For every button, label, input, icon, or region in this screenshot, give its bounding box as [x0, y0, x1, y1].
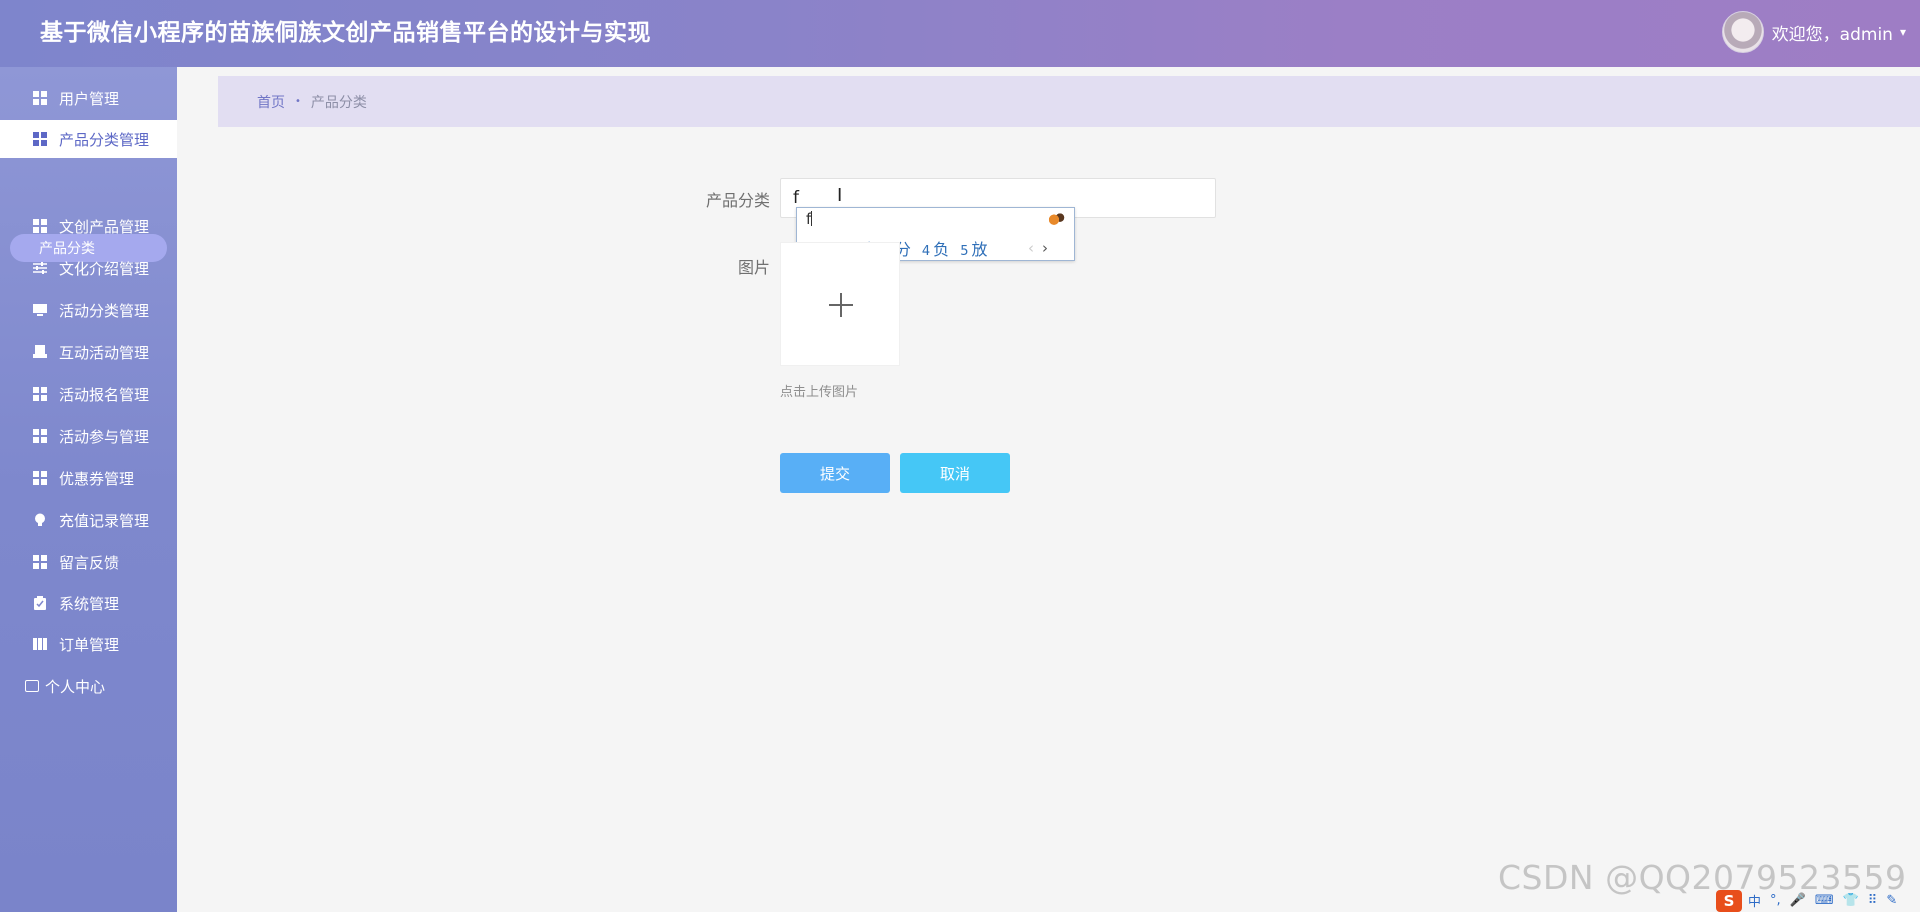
breadcrumb-separator: • [295, 96, 301, 107]
sidebar-item-orders[interactable]: 订单管理 [0, 625, 177, 663]
sidebar-item-label: 个人中心 [45, 677, 106, 696]
id-card-icon [25, 680, 39, 692]
sidebar-item-system[interactable]: 系统管理 [0, 584, 177, 622]
app-title: 基于微信小程序的苗族侗族文创产品销售平台的设计与实现 [40, 20, 651, 46]
book-icon [33, 637, 47, 651]
sidebar-item-activity-participation[interactable]: 活动参与管理 [0, 417, 177, 455]
breadcrumb-home[interactable]: 首页 [257, 92, 285, 112]
top-header: 基于微信小程序的苗族侗族文创产品销售平台的设计与实现 欢迎您，admin ▾ [0, 0, 1920, 67]
grid-icon [33, 387, 47, 401]
ime-candidate[interactable]: 5放 [960, 236, 987, 260]
grid-icon [33, 429, 47, 443]
avatar[interactable] [1721, 11, 1764, 53]
punctuation-icon[interactable]: °, [1770, 893, 1781, 908]
sidebar-item-product-category-management[interactable]: 产品分类管理 [0, 120, 177, 158]
ime-page-nav[interactable]: ‹ › [1028, 239, 1048, 257]
grid-icon [33, 132, 47, 146]
sidebar-item-label: 文创产品管理 [59, 217, 150, 236]
sogou-logo-icon[interactable]: S [1716, 889, 1742, 912]
ime-skin-icon [1046, 212, 1066, 226]
sidebar-item-interactive-activity[interactable]: 互动活动管理 [0, 333, 177, 371]
image-label: 图片 [737, 258, 770, 277]
grid-icon [33, 91, 47, 105]
image-upload[interactable] [780, 242, 900, 366]
upload-hint: 点击上传图片 [780, 385, 859, 400]
sidebar-item-label: 留言反馈 [59, 553, 120, 572]
sidebar-item-label: 互动活动管理 [59, 343, 150, 362]
language-toggle[interactable]: 中 [1748, 891, 1761, 910]
bulb-icon [33, 513, 47, 527]
text-cursor-icon: I [837, 185, 843, 206]
sidebar-item-coupons[interactable]: 优惠券管理 [0, 459, 177, 497]
sidebar-item-personal-center[interactable]: 个人中心 [0, 667, 177, 705]
sidebar-item-creative-products[interactable]: 文创产品管理 [0, 207, 177, 245]
sidebar-item-label: 订单管理 [59, 635, 120, 654]
skin-icon[interactable]: 👕 [1843, 893, 1859, 908]
breadcrumb-current: 产品分类 [310, 94, 367, 111]
chevron-down-icon[interactable]: ▾ [1900, 25, 1906, 39]
keyboard-icon[interactable]: ⌨ [1815, 893, 1834, 908]
sidebar-item-label: 用户管理 [59, 89, 120, 108]
sidebar-item-activity-registration[interactable]: 活动报名管理 [0, 375, 177, 413]
sidebar-item-label: 活动报名管理 [59, 385, 150, 404]
user-menu[interactable]: 欢迎您，admin ▾ [1721, 11, 1906, 53]
welcome-text[interactable]: 欢迎您，admin [1772, 20, 1893, 45]
sidebar-item-label: 活动分类管理 [59, 301, 150, 320]
ime-tray: S 中 °, 🎤 ⌨ 👕 ⠿ ✎ [1716, 889, 1920, 912]
printer-icon [33, 345, 47, 359]
grid-icon [33, 219, 47, 233]
sidebar-item-label: 优惠券管理 [59, 469, 135, 488]
sidebar-item-culture-intro[interactable]: 文化介绍管理 [0, 249, 177, 287]
grid-icon [33, 471, 47, 485]
ime-candidate[interactable]: 4负 [922, 236, 949, 260]
sidebar-item-feedback[interactable]: 留言反馈 [0, 543, 177, 581]
category-label: 产品分类 [705, 191, 770, 210]
sidebar-item-activity-category[interactable]: 活动分类管理 [0, 291, 177, 329]
sidebar: 用户管理 产品分类管理 产品分类 文创产品管理 文化介绍管理 活动分类管理 互动… [0, 67, 177, 912]
toolbox-icon[interactable]: ⠿ [1868, 893, 1878, 908]
monitor-icon [33, 303, 47, 317]
sidebar-item-users[interactable]: 用户管理 [0, 79, 177, 117]
breadcrumb: 首页 • 产品分类 [218, 76, 1920, 127]
sidebar-item-label: 系统管理 [59, 594, 120, 613]
chevron-left-icon[interactable]: ‹ [1028, 239, 1034, 257]
microphone-icon[interactable]: 🎤 [1790, 893, 1806, 908]
sidebar-item-recharge-records[interactable]: 充值记录管理 [0, 501, 177, 539]
cancel-button[interactable]: 取消 [900, 453, 1010, 493]
sidebar-item-label: 充值记录管理 [59, 511, 150, 530]
submit-button[interactable]: 提交 [780, 453, 890, 493]
grid-icon [33, 555, 47, 569]
sidebar-item-label: 文化介绍管理 [59, 259, 150, 278]
handwriting-icon[interactable]: ✎ [1886, 893, 1897, 908]
plus-icon [840, 293, 842, 317]
sliders-icon [33, 261, 47, 275]
chevron-right-icon[interactable]: › [1042, 239, 1048, 257]
sidebar-item-label: 产品分类管理 [59, 130, 150, 149]
sidebar-item-label: 活动参与管理 [59, 427, 150, 446]
ime-pinyin: f [806, 210, 813, 228]
clipboard-icon [33, 596, 47, 610]
